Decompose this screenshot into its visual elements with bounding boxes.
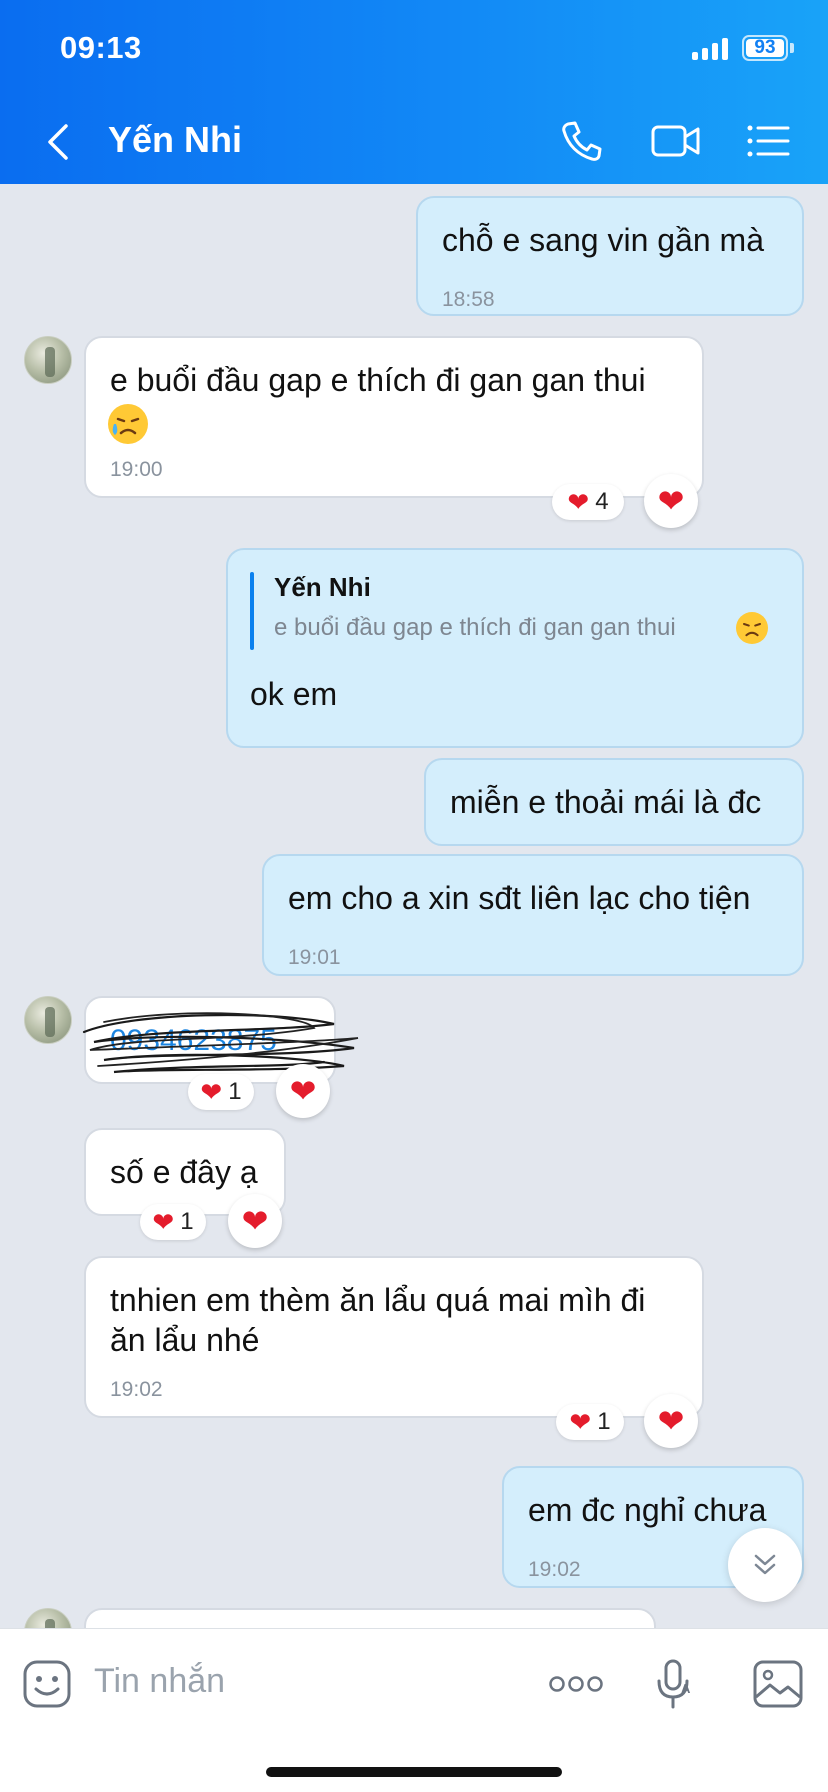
heart-icon: ❤: [567, 486, 590, 517]
sticker-icon: [23, 1660, 71, 1708]
incoming-message[interactable]: tnhien em thèm ăn lẩu quá mai mìh đi ăn …: [84, 1256, 704, 1418]
message-time: 19:01: [288, 946, 341, 969]
reaction-count: 4: [595, 488, 609, 515]
incoming-message[interactable]: e buổi đầu gap e thích đi gan gan thui 1…: [84, 336, 704, 498]
video-call-button[interactable]: [650, 118, 702, 164]
chat-area[interactable]: chỗ e sang vin gần mà 18:58 e buổi đầu g…: [0, 184, 828, 1628]
contact-name[interactable]: Yến Nhi: [108, 119, 242, 161]
crying-face-emoji-icon: [108, 404, 148, 444]
avatar[interactable]: [24, 1608, 72, 1628]
message-time: 19:00: [110, 458, 163, 481]
battery-icon: 93: [742, 35, 788, 61]
react-heart-button[interactable]: ❤: [644, 1394, 698, 1448]
outgoing-message[interactable]: miễn e thoải mái là đc: [424, 758, 804, 846]
message-text: chỗ e sang vin gần mà: [442, 222, 764, 258]
more-button[interactable]: [548, 1669, 604, 1704]
avatar[interactable]: [24, 996, 72, 1044]
chat-header: 09:13 93 Yến Nhi: [0, 0, 828, 184]
menu-button[interactable]: [746, 118, 790, 164]
back-button[interactable]: [40, 118, 80, 166]
message-time: 19:02: [110, 1378, 163, 1401]
message-text: ok em: [250, 676, 338, 712]
reaction-summary[interactable]: ❤ 1: [140, 1204, 206, 1240]
image-button[interactable]: [752, 1659, 804, 1714]
incoming-message-partial[interactable]: [84, 1608, 656, 1628]
home-indicator: [266, 1767, 562, 1777]
battery-level: 93: [746, 38, 784, 57]
heart-icon: ❤: [289, 1073, 317, 1109]
quote-author: Yến Nhi: [274, 572, 371, 602]
outgoing-reply-message[interactable]: Yến Nhi e buổi đầu gap e thích đi gan ga…: [226, 548, 804, 748]
voice-call-button[interactable]: [558, 118, 608, 164]
reaction-count: 1: [597, 1408, 611, 1435]
avatar[interactable]: [24, 336, 72, 384]
scroll-to-bottom-button[interactable]: [728, 1528, 802, 1602]
heart-icon: ❤: [241, 1203, 269, 1239]
heart-icon: ❤: [200, 1076, 223, 1107]
react-heart-button[interactable]: ❤: [228, 1194, 282, 1248]
heart-icon: ❤: [657, 1403, 685, 1439]
double-chevron-down-icon: [754, 1554, 776, 1575]
image-icon: [753, 1660, 803, 1708]
message-text: em đc nghỉ chưa: [528, 1492, 767, 1528]
heart-icon: ❤: [152, 1206, 175, 1237]
sticker-button[interactable]: [22, 1659, 72, 1714]
message-text: em cho a xin sđt liên lạc cho tiện: [288, 880, 751, 916]
reaction-summary[interactable]: ❤ 4: [552, 484, 624, 520]
quote-text: e buổi đầu gap e thích đi gan gan thui: [274, 614, 676, 641]
message-text: số e đây ạ: [110, 1154, 258, 1190]
message-text: tnhien em thèm ăn lẩu quá mai mìh đi ăn …: [110, 1282, 646, 1358]
status-time: 09:13: [60, 30, 142, 65]
message-text: miễn e thoải mái là đc: [450, 784, 762, 820]
message-text: e buổi đầu gap e thích đi gan gan thui: [110, 362, 646, 398]
message-time: 19:02: [528, 1558, 581, 1581]
outgoing-message[interactable]: em cho a xin sđt liên lạc cho tiện 19:01: [262, 854, 804, 976]
message-time: 18:58: [442, 288, 495, 311]
list-menu-icon: [747, 125, 790, 157]
svg-text:A: A: [681, 1681, 691, 1696]
heart-icon: ❤: [569, 1406, 592, 1437]
outgoing-message[interactable]: chỗ e sang vin gần mà 18:58: [416, 196, 804, 316]
reaction-summary[interactable]: ❤ 1: [556, 1404, 624, 1440]
voice-message-button[interactable]: A: [654, 1657, 694, 1716]
react-heart-button[interactable]: ❤: [644, 474, 698, 528]
video-camera-icon: [651, 125, 700, 157]
battery-tip: [790, 43, 794, 53]
reaction-count: 1: [228, 1078, 242, 1105]
chevron-left-icon: [48, 124, 68, 160]
more-dots-icon: [549, 1676, 603, 1692]
message-input[interactable]: [94, 1651, 524, 1711]
microphone-icon: A: [657, 1659, 691, 1709]
react-heart-button[interactable]: ❤: [276, 1064, 330, 1118]
reaction-count: 1: [180, 1208, 194, 1235]
quote-bar: [250, 572, 254, 650]
cellular-signal-icon: [692, 38, 728, 60]
message-input-bar: A: [0, 1628, 828, 1792]
crying-face-emoji-icon: [736, 612, 768, 644]
reaction-summary[interactable]: ❤ 1: [188, 1074, 254, 1110]
phone-icon: [562, 121, 602, 161]
heart-icon: ❤: [657, 483, 685, 519]
